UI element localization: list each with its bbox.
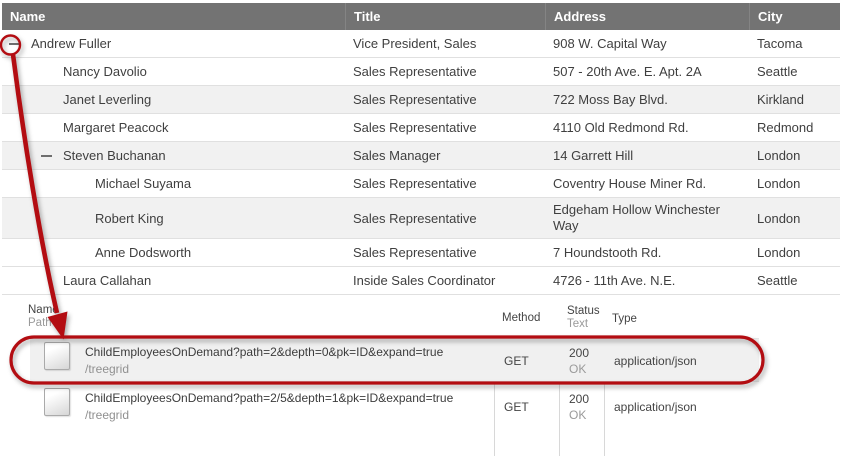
treegrid-row[interactable]: Margaret Peacock Sales Representative 41… <box>2 114 840 142</box>
employee-address: Coventry House Miner Rd. <box>553 176 706 192</box>
request-path: /treegrid <box>85 362 129 376</box>
employee-city: London <box>749 148 840 163</box>
collapse-minus-icon[interactable] <box>9 43 20 45</box>
request-method: GET <box>504 354 529 368</box>
employee-address: 722 Moss Bay Blvd. <box>553 92 668 108</box>
request-url: ChildEmployeesOnDemand?path=2&depth=0&pk… <box>85 345 443 359</box>
network-request-panel: Name Path Method Status Text Type ChildE… <box>28 300 843 429</box>
collapse-minus-icon[interactable] <box>41 155 52 157</box>
employee-name: Steven Buchanan <box>63 148 166 163</box>
status-text: OK <box>569 362 586 376</box>
column-header-name[interactable]: Name <box>2 3 345 30</box>
column-header-city[interactable]: City <box>749 3 840 30</box>
status-code: 200 <box>569 346 589 360</box>
employee-name: Janet Leverling <box>63 92 151 107</box>
treegrid-row[interactable]: Andrew Fuller Vice President, Sales 908 … <box>2 30 840 58</box>
employee-title: Sales Representative <box>345 245 545 260</box>
employee-city: London <box>749 211 840 226</box>
employee-title: Sales Representative <box>345 176 545 191</box>
employee-address: 7 Houndstooth Rd. <box>553 245 661 261</box>
employee-address: 908 W. Capital Way <box>553 36 667 52</box>
request-status: 200 OK <box>569 391 589 423</box>
network-column-name-path[interactable]: Name Path <box>28 304 59 330</box>
request-method: GET <box>504 400 529 414</box>
network-header-status-text: Text <box>567 318 600 331</box>
employee-address: 4110 Old Redmond Rd. <box>553 120 689 136</box>
employee-name: Laura Callahan <box>63 273 151 288</box>
network-header-status: Status <box>567 305 600 318</box>
employee-title: Sales Manager <box>345 148 545 163</box>
employee-name: Andrew Fuller <box>31 36 111 51</box>
treegrid-header-row: Name Title Address City <box>2 3 840 30</box>
tree-indent <box>5 218 69 219</box>
treegrid-row[interactable]: Laura Callahan Inside Sales Coordinator … <box>2 267 840 295</box>
network-header-type: Type <box>612 313 637 326</box>
network-header-row: Name Path Method Status Text Type <box>28 300 843 338</box>
tree-indent <box>5 71 37 72</box>
treegrid-row[interactable]: Michael Suyama Sales Representative Cove… <box>2 170 840 198</box>
tree-toggle-slot <box>37 155 63 157</box>
column-header-address[interactable]: Address <box>545 3 749 30</box>
treegrid-row[interactable]: Nancy Davolio Sales Representative 507 -… <box>2 58 840 86</box>
tree-indent <box>5 280 37 281</box>
network-column-status[interactable]: Status Text <box>567 305 600 331</box>
column-header-title[interactable]: Title <box>345 3 545 30</box>
employee-address: 507 - 20th Ave. E. Apt. 2A <box>553 64 702 80</box>
tree-indent <box>5 127 37 128</box>
employee-city: Kirkland <box>749 92 840 107</box>
employee-title: Sales Representative <box>345 64 545 79</box>
employee-title: Vice President, Sales <box>345 36 545 51</box>
treegrid-row[interactable]: Anne Dodsworth Sales Representative 7 Ho… <box>2 239 840 267</box>
treegrid-row[interactable]: Steven Buchanan Sales Manager 14 Garrett… <box>2 142 840 170</box>
employee-city: London <box>749 176 840 191</box>
document-icon <box>44 342 70 370</box>
request-type: application/json <box>614 354 697 368</box>
network-header-name: Name <box>28 304 59 317</box>
page: Name Title Address City Andrew Fuller Vi… <box>0 0 843 456</box>
network-header-path: Path <box>28 317 59 330</box>
status-code: 200 <box>569 392 589 406</box>
request-status: 200 OK <box>569 345 589 377</box>
employee-name: Anne Dodsworth <box>95 245 191 260</box>
employee-city: Seattle <box>749 64 840 79</box>
network-header-method: Method <box>502 312 540 325</box>
employee-title: Sales Representative <box>345 120 545 135</box>
employee-address: Edgeham Hollow Winchester Way <box>553 202 725 234</box>
employee-title: Sales Representative <box>345 211 545 226</box>
tree-indent <box>5 183 69 184</box>
employee-name: Robert King <box>95 211 164 226</box>
network-request-row[interactable]: ChildEmployeesOnDemand?path=2&depth=0&pk… <box>30 338 759 382</box>
status-text: OK <box>569 408 586 422</box>
treegrid-body: Andrew Fuller Vice President, Sales 908 … <box>2 30 840 295</box>
network-rows: ChildEmployeesOnDemand?path=2&depth=0&pk… <box>28 338 843 429</box>
employee-city: Tacoma <box>749 36 840 51</box>
network-column-type[interactable]: Type <box>612 313 637 326</box>
treegrid-row[interactable]: Robert King Sales Representative Edgeham… <box>2 198 840 239</box>
employee-address: 4726 - 11th Ave. N.E. <box>553 273 675 289</box>
employee-city: London <box>749 245 840 260</box>
employee-city: Redmond <box>749 120 840 135</box>
employee-treegrid: Name Title Address City Andrew Fuller Vi… <box>2 3 840 295</box>
request-url: ChildEmployeesOnDemand?path=2/5&depth=1&… <box>85 391 453 405</box>
employee-name: Margaret Peacock <box>63 120 169 135</box>
employee-city: Seattle <box>749 273 840 288</box>
employee-title: Inside Sales Coordinator <box>345 273 545 288</box>
employee-name: Michael Suyama <box>95 176 191 191</box>
treegrid-row[interactable]: Janet Leverling Sales Representative 722… <box>2 86 840 114</box>
employee-name: Nancy Davolio <box>63 64 147 79</box>
document-icon <box>44 388 70 416</box>
network-request-row[interactable]: ChildEmployeesOnDemand?path=2/5&depth=1&… <box>30 385 759 429</box>
employee-address: 14 Garrett Hill <box>553 148 633 164</box>
tree-indent <box>5 252 69 253</box>
employee-title: Sales Representative <box>345 92 545 107</box>
tree-toggle-slot <box>5 43 31 45</box>
network-column-method[interactable]: Method <box>502 312 540 325</box>
tree-indent <box>5 155 37 156</box>
tree-indent <box>5 99 37 100</box>
request-type: application/json <box>614 400 697 414</box>
request-path: /treegrid <box>85 408 129 422</box>
